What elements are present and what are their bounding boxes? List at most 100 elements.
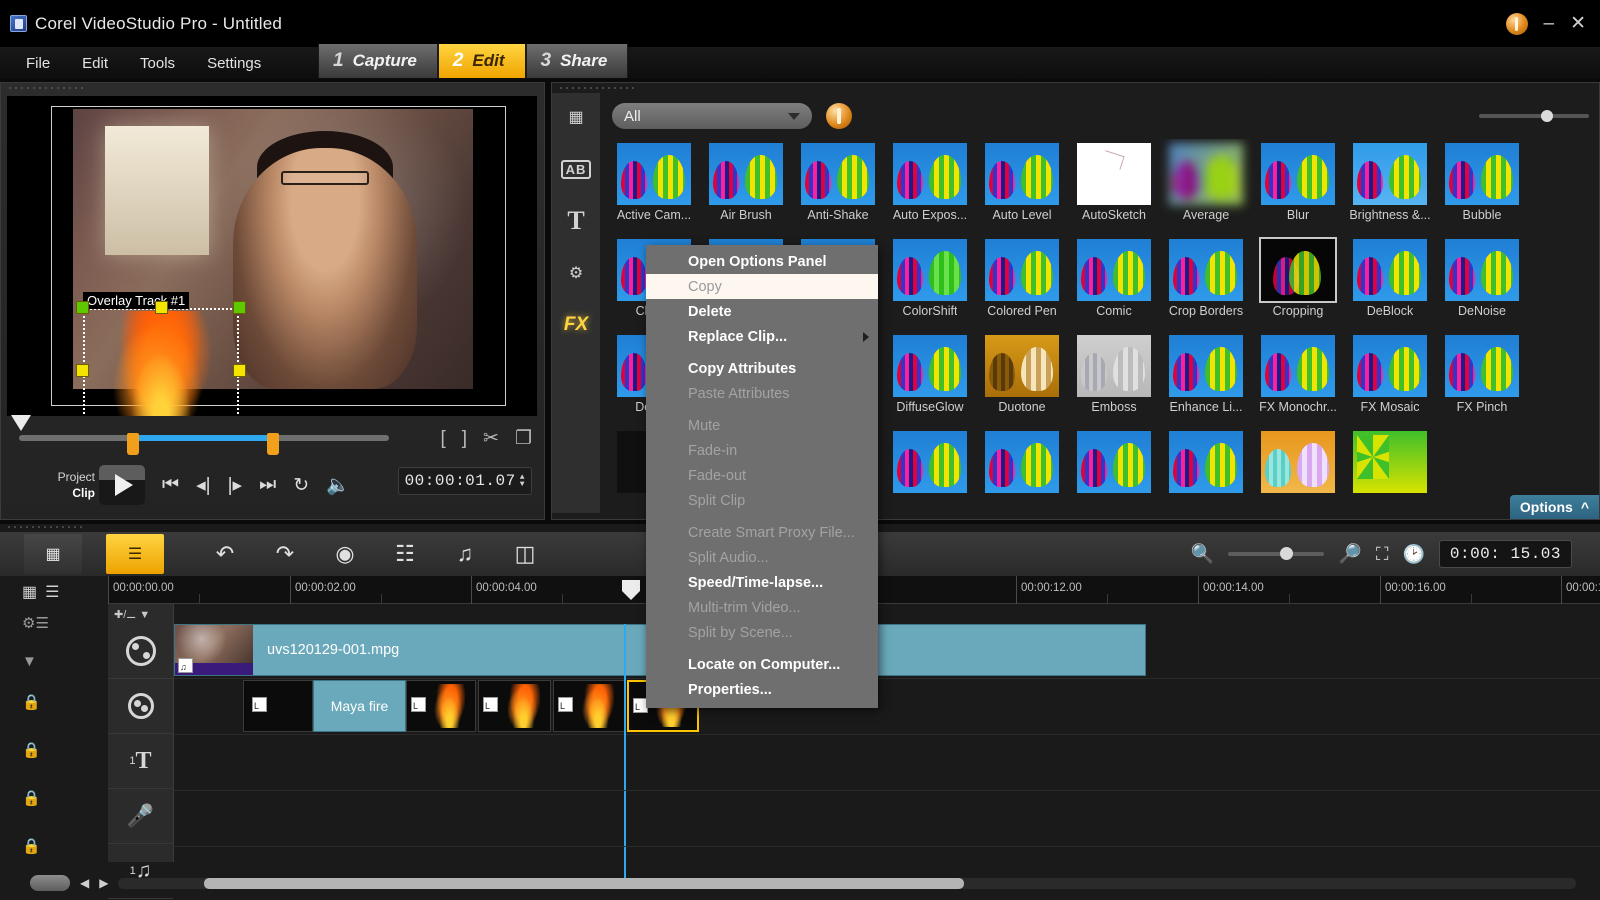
overlay-handle-ml[interactable] <box>76 364 89 377</box>
timeline-view-icon[interactable]: ☰ <box>106 534 164 574</box>
voice-track-row[interactable] <box>174 792 1600 847</box>
lock-icon-music[interactable]: 🔒 <box>22 822 108 870</box>
end-button[interactable]: ⏭ <box>259 474 276 496</box>
effect-item[interactable] <box>1068 427 1160 513</box>
menu-tools[interactable]: Tools <box>126 51 189 76</box>
effect-item[interactable]: DeBlock <box>1344 235 1436 331</box>
video-track-row[interactable]: ♫ uvs120129-001.mpg <box>174 624 1600 679</box>
title-track-header[interactable]: 1T <box>108 734 173 789</box>
menu-item-speed-time-lapse[interactable]: Speed/Time-lapse... <box>646 570 878 595</box>
effect-item[interactable] <box>884 427 976 513</box>
mode-clip-label[interactable]: Clip <box>1 485 95 501</box>
track-expand-icon[interactable]: ▼ <box>22 644 108 678</box>
audio-mixer-icon[interactable]: ♫ <box>438 534 492 574</box>
effect-item[interactable]: FX Pinch <box>1436 331 1528 427</box>
transition-icon[interactable]: AB <box>559 153 593 185</box>
voice-track-header[interactable]: 🎤 <box>108 789 173 844</box>
effect-item[interactable]: Blur <box>1252 139 1344 235</box>
effect-item[interactable]: Crop Borders <box>1160 235 1252 331</box>
tab-share[interactable]: 3 Share <box>526 44 629 78</box>
overlay-track-row[interactable]: L Maya fire L L L <box>174 680 1600 735</box>
overlay-selection-box[interactable]: Overlay Track #1 <box>83 308 239 416</box>
overlay-handle-tc[interactable] <box>155 301 168 314</box>
overlay-handle-mr[interactable] <box>233 364 246 377</box>
library-filter-select[interactable]: All <box>612 103 812 129</box>
lock-icon-title[interactable]: 🔒 <box>22 726 108 774</box>
zoom-slider[interactable] <box>1228 552 1324 556</box>
play-button[interactable] <box>99 465 145 505</box>
lock-icon-voice[interactable]: 🔒 <box>22 774 108 822</box>
timeline-grip[interactable] <box>6 524 86 532</box>
timeline-scrollbar[interactable] <box>118 878 1576 889</box>
panel-grip[interactable] <box>7 85 87 92</box>
tab-capture[interactable]: 1 Capture <box>318 44 438 78</box>
overlay-clip-3[interactable]: L <box>406 680 476 732</box>
effect-item[interactable] <box>1344 427 1436 513</box>
menu-item-locate-on-computer[interactable]: Locate on Computer... <box>646 652 878 677</box>
effect-item[interactable]: Colored Pen <box>976 235 1068 331</box>
lock-icon-overlay[interactable]: 🔒 <box>22 678 108 726</box>
zoom-slider-knob[interactable] <box>1280 547 1293 560</box>
menu-item-copy-attributes[interactable]: Copy Attributes <box>646 356 878 381</box>
preview-timecode[interactable]: 00:00:01.07 ▲▼ <box>398 467 532 495</box>
track-add-tools[interactable]: ✚/⚊ ▼ <box>108 604 173 624</box>
volume-button[interactable]: 🔈 <box>326 473 350 497</box>
scroll-left-arrow[interactable]: ◀ <box>80 876 89 890</box>
effect-item[interactable]: Enhance Li... <box>1160 331 1252 427</box>
zoom-in-icon[interactable]: 🔎 <box>1338 542 1362 566</box>
media-manager-icon[interactable]: ◫ <box>498 534 552 574</box>
close-button[interactable]: ✕ <box>1570 14 1586 33</box>
overlay-handle-tl[interactable] <box>76 301 89 314</box>
project-duration[interactable]: 0:00: 15.03 <box>1439 540 1572 568</box>
menu-item-copy[interactable]: Copy <box>646 274 878 299</box>
duplicate-icon[interactable]: ❐ <box>515 427 532 450</box>
menu-edit[interactable]: Edit <box>68 51 122 76</box>
mode-project-label[interactable]: Project <box>1 469 95 485</box>
fit-project-icon[interactable]: ⛶ <box>1376 544 1389 565</box>
effect-item[interactable]: Emboss <box>1068 331 1160 427</box>
effect-item[interactable]: Cropping <box>1252 235 1344 331</box>
scroll-chip-icon[interactable] <box>30 875 70 891</box>
options-button[interactable]: Options ^ <box>1510 495 1599 519</box>
effect-item[interactable] <box>976 427 1068 513</box>
title-icon[interactable]: T <box>559 205 593 237</box>
effect-item[interactable]: Auto Level <box>976 139 1068 235</box>
effect-item[interactable]: ColorShift <box>884 235 976 331</box>
overlay-track-header[interactable] <box>108 679 173 734</box>
menu-item-replace-clip[interactable]: Replace Clip... <box>646 324 878 349</box>
menu-item-open-options-panel[interactable]: Open Options Panel <box>646 249 878 274</box>
storyboard-view-icon[interactable]: ▦ <box>24 534 82 574</box>
preview-playhead[interactable] <box>11 415 31 431</box>
scrollbar-thumb[interactable] <box>204 878 964 889</box>
timecode-stepper[interactable]: ▲▼ <box>520 474 525 488</box>
overlay-clip-1[interactable]: L <box>243 680 313 732</box>
effect-item[interactable]: Auto Expos... <box>884 139 976 235</box>
prev-frame-button[interactable]: ◂| <box>196 474 210 497</box>
effect-item[interactable]: Average <box>1160 139 1252 235</box>
track-view-icon[interactable]: ▦ <box>22 582 37 602</box>
library-thumb-size-slider[interactable] <box>1479 114 1589 118</box>
list-view-icon[interactable]: ☰ <box>45 582 59 602</box>
repeat-button[interactable]: ↻ <box>293 474 309 497</box>
library-grip[interactable] <box>558 85 638 92</box>
media-icon[interactable]: ▦ <box>559 101 593 133</box>
minimize-button[interactable]: – <box>1544 14 1555 33</box>
fx-icon[interactable]: FX <box>559 309 593 341</box>
track-manager-icon[interactable]: ⚙☰ <box>22 602 108 644</box>
effect-item[interactable]: AutoSketch <box>1068 139 1160 235</box>
mark-out-icon[interactable]: ] <box>462 428 467 450</box>
effect-item[interactable]: Brightness &... <box>1344 139 1436 235</box>
menu-settings[interactable]: Settings <box>193 51 275 76</box>
effect-item[interactable] <box>1160 427 1252 513</box>
redo-icon[interactable]: ↷ <box>258 534 312 574</box>
tab-edit[interactable]: 2 Edit <box>438 44 526 78</box>
graphic-icon[interactable]: ⚙ <box>559 257 593 289</box>
effect-item[interactable]: FX Mosaic <box>1344 331 1436 427</box>
effect-item[interactable]: Comic <box>1068 235 1160 331</box>
effect-item[interactable]: Air Brush <box>700 139 792 235</box>
effect-item[interactable]: Duotone <box>976 331 1068 427</box>
record-capture-icon[interactable]: ◉ <box>318 534 372 574</box>
overlay-handle-tr[interactable] <box>233 301 246 314</box>
effect-item[interactable]: Anti-Shake <box>792 139 884 235</box>
menu-file[interactable]: File <box>12 51 64 76</box>
